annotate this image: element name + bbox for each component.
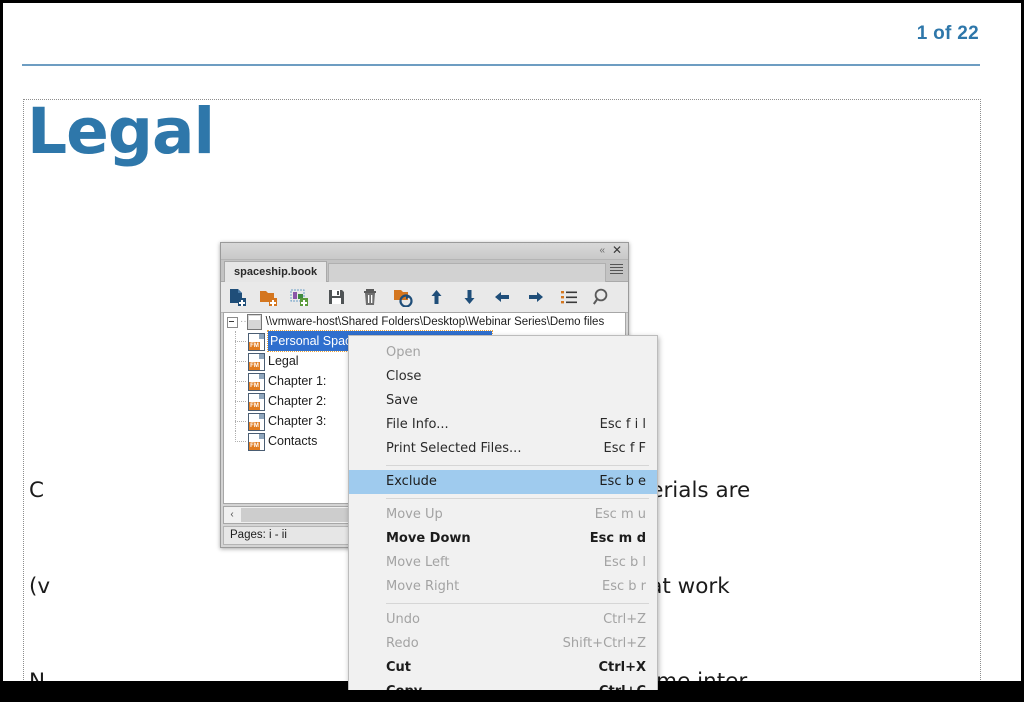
hamburger-icon[interactable] [610,264,623,275]
menu-item-shortcut: Esc m u [595,503,646,527]
move-right-icon[interactable] [525,287,546,307]
menu-item-file-info[interactable]: File Info... Esc f i l [349,413,657,437]
move-left-icon[interactable] [492,287,513,307]
menu-item-cut[interactable]: Cut Ctrl+X [349,656,657,680]
menu-item-undo[interactable]: Undo Ctrl+Z [349,608,657,632]
menu-item-shortcut: Ctrl+Z [603,608,646,632]
menu-item-label: File Info... [386,417,449,432]
menu-item-label: Close [386,369,421,384]
page-title: Legal [27,100,214,163]
collapse-toggle-icon[interactable] [227,317,238,328]
delete-icon[interactable] [360,287,381,307]
add-group-icon[interactable] [289,287,310,307]
tree-guide-h [235,341,246,343]
menu-item-open[interactable]: Open [349,341,657,365]
menu-item-move-down[interactable]: Move Down Esc m d [349,527,657,551]
header-rule [22,64,980,66]
tree-item-label: Chapter 3: [268,411,326,431]
menu-item-shortcut: Esc b l [604,551,646,575]
menu-item-label: Open [386,345,421,360]
menu-item-label: Cut [386,660,411,675]
tree-root-label: \\vmware-host\Shared Folders\Desktop\Web… [266,316,605,328]
bottom-black-bar-overlay [3,690,1024,699]
menu-item-label: Exclude [386,474,437,489]
menu-item-shortcut: Esc f i l [600,413,646,437]
menu-item-save[interactable]: Save [349,389,657,413]
framemaker-file-icon: FM [248,333,265,351]
book-toolbar [221,282,628,313]
tree-guide-h [235,421,246,423]
book-icon [247,314,262,330]
menu-item-shortcut: Shift+Ctrl+Z [563,632,646,656]
tree-guide-h [235,381,246,383]
menu-item-redo[interactable]: Redo Shift+Ctrl+Z [349,632,657,656]
move-up-icon[interactable] [426,287,447,307]
scroll-left-arrow-icon[interactable]: ‹ [224,507,240,523]
framemaker-file-icon: FM [248,373,265,391]
update-book-icon[interactable] [392,287,413,307]
add-folder-icon[interactable] [258,287,279,307]
new-document-icon[interactable] [227,287,248,307]
list-view-icon[interactable] [559,287,580,307]
menu-item-move-left[interactable]: Move Left Esc b l [349,551,657,575]
framemaker-file-icon: FM [248,413,265,431]
menu-item-move-right[interactable]: Move Right Esc b r [349,575,657,599]
tree-item-label: Chapter 2: [268,391,326,411]
menu-item-label: Print Selected Files... [386,441,521,456]
tree-connector: ·· [240,316,247,327]
page-number-label: 1 of 22 [917,23,979,45]
tree-root-row[interactable]: ·· \\vmware-host\Shared Folders\Desktop\W… [224,313,625,331]
collapse-panel-icon[interactable]: « [599,244,604,258]
menu-item-print-selected-files[interactable]: Print Selected Files... Esc f F [349,437,657,461]
screenshot-root: 1 of 22 Legal C urposes only. The materi… [0,0,1024,702]
close-icon[interactable]: ✕ [612,243,622,258]
tab-strip-filler [328,263,606,283]
menu-item-close[interactable]: Close [349,365,657,389]
tree-guide-h [235,361,246,363]
search-icon[interactable] [592,287,613,307]
framemaker-file-icon: FM [248,433,265,451]
framemaker-file-icon: FM [248,393,265,411]
tree-item-label: Chapter 1: [268,371,326,391]
tab-spaceship-book[interactable]: spaceship.book [224,261,327,282]
framemaker-file-icon: FM [248,353,265,371]
move-down-icon[interactable] [459,287,480,307]
context-menu[interactable]: Open Close Save File Info... Esc f i l P… [348,335,658,702]
menu-item-move-up[interactable]: Move Up Esc m u [349,503,657,527]
save-icon[interactable] [326,287,347,307]
menu-item-exclude[interactable]: Exclude Esc b e [349,470,657,494]
menu-item-shortcut: Esc m d [590,527,646,551]
tree-guide-h [235,441,246,443]
menu-separator [386,465,649,466]
document-header: 1 of 22 [3,3,1021,65]
menu-item-label: Undo [386,612,420,627]
tree-guide-h [235,401,246,403]
menu-item-shortcut: Esc f F [604,437,646,461]
tree-item-label: Contacts [268,431,317,451]
menu-item-label: Move Up [386,507,443,522]
menu-item-shortcut: Esc b r [602,575,646,599]
tree-item-label: Legal [268,351,299,371]
menu-item-label: Move Down [386,531,471,546]
menu-item-label: Redo [386,636,419,651]
menu-separator [386,603,649,604]
panel-tab-strip: spaceship.book [221,260,628,282]
menu-separator [386,498,649,499]
panel-title-bar[interactable]: « ✕ [221,243,628,260]
menu-item-label: Move Left [386,555,449,570]
menu-item-label: Move Right [386,579,459,594]
menu-item-shortcut: Esc b e [599,470,646,494]
menu-item-shortcut: Ctrl+X [598,656,646,680]
menu-item-label: Save [386,393,418,408]
